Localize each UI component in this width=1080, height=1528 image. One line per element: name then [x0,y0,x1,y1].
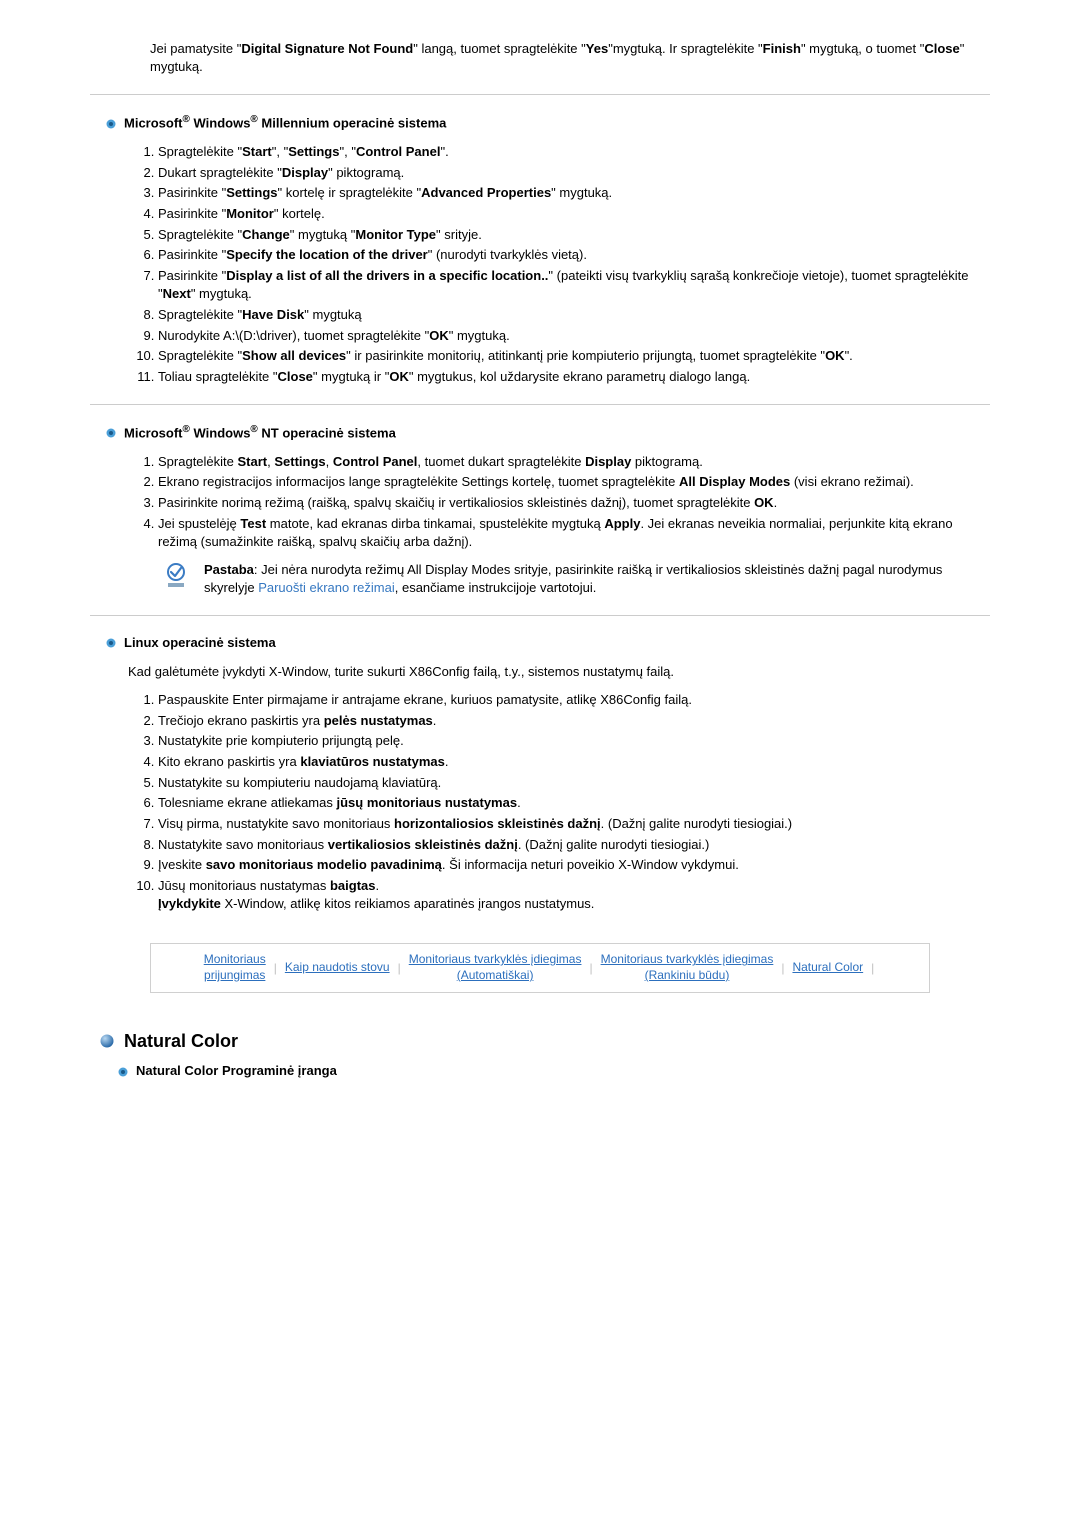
bullet-icon [106,119,116,129]
nav-item-stand[interactable]: Kaip naudotis stovu [285,960,390,976]
step-item: Pasirinkite norimą režimą (raišką, spalv… [158,494,990,512]
step-item: Spragtelėkite "Have Disk" mygtuką [158,306,990,324]
step-item: Nurodykite A:\(D:\driver), tuomet spragt… [158,327,990,345]
step-item: Nustatykite su kompiuteriu naudojamą kla… [158,774,990,792]
step-item: Kito ekrano paskirtis yra klaviatūros nu… [158,753,990,771]
step-item: Pasirinkite "Settings" kortelę ir spragt… [158,184,990,202]
step-item: Spragtelėkite Start, Settings, Control P… [158,453,990,471]
step-item: Visų pirma, nustatykite savo monitoriaus… [158,815,990,833]
step-item: Spragtelėkite "Start", "Settings", "Cont… [158,143,990,161]
intro-text: Jei pamatysite "Digital Signature Not Fo… [150,41,964,74]
section-title-linux: Linux operacinė sistema [124,634,276,652]
section-windows-nt: Microsoft® Windows® NT operacinė sistema… [90,423,990,597]
divider [90,404,990,405]
nav-item-connect[interactable]: Monitoriausprijungimas [204,952,266,983]
section-title-me: Microsoft® Windows® Millennium operacinė… [124,113,446,133]
divider [90,615,990,616]
steps-list-me: Spragtelėkite "Start", "Settings", "Cont… [130,143,990,386]
section-title-nt: Microsoft® Windows® NT operacinė sistema [124,423,396,443]
step-item: Pasirinkite "Display a list of all the d… [158,267,990,303]
nav-separator: | [869,960,876,977]
step-item: Ekrano registracijos informacijos lange … [158,473,990,491]
preset-modes-link[interactable]: Paruošti ekrano režimai [258,580,395,595]
step-item: Pasirinkite "Specify the location of the… [158,246,990,264]
nav-item-driver-manual[interactable]: Monitoriaus tvarkyklės įdiegimas(Rankini… [601,952,774,983]
bullet-icon [118,1067,128,1077]
nav-separator: | [587,960,594,977]
intro-paragraph: Jei pamatysite "Digital Signature Not Fo… [90,40,990,76]
natural-color-subtitle: Natural Color Programinė įranga [136,1062,337,1080]
natural-color-heading: Natural Color [100,1029,990,1054]
nav-separator: | [272,960,279,977]
step-item: Trečiojo ekrano paskirtis yra pelės nust… [158,712,990,730]
section-linux: Linux operacinė sistema Kad galėtumėte į… [90,634,990,913]
divider [90,94,990,95]
checkmark-icon [162,563,190,597]
nav-tabs: Monitoriausprijungimas | Kaip naudotis s… [150,943,930,992]
nav-separator: | [779,960,786,977]
natural-color-title: Natural Color [124,1029,238,1054]
step-item: Įveskite savo monitoriaus modelio pavadi… [158,856,990,874]
natural-color-subheading: Natural Color Programinė įranga [118,1062,990,1080]
step-item: Spragtelėkite "Change" mygtuką "Monitor … [158,226,990,244]
step-item: Dukart spragtelėkite "Display" piktogram… [158,164,990,182]
step-item: Paspauskite Enter pirmajame ir antrajame… [158,691,990,709]
note-text: Pastaba: Jei nėra nurodyta režimų All Di… [204,561,990,597]
step-item: Jei spustelėję Test matote, kad ekranas … [158,515,990,551]
nav-separator: | [396,960,403,977]
step-item: Nustatykite prie kompiuterio prijungtą p… [158,732,990,750]
bullet-icon [106,638,116,648]
section-windows-me: Microsoft® Windows® Millennium operacinė… [90,113,990,386]
step-item: Toliau spragtelėkite "Close" mygtuką ir … [158,368,990,386]
note-block: Pastaba: Jei nėra nurodyta režimų All Di… [162,561,990,597]
step-item: Spragtelėkite "Show all devices" ir pasi… [158,347,990,365]
bullet-icon [106,428,116,438]
step-item: Tolesniame ekrane atliekamas jūsų monito… [158,794,990,812]
linux-intro-text: Kad galėtumėte įvykdyti X-Window, turite… [128,663,990,681]
sphere-icon [100,1034,114,1048]
step-item: Jūsų monitoriaus nustatymas baigtas.Įvyk… [158,877,990,913]
nav-item-driver-auto[interactable]: Monitoriaus tvarkyklės įdiegimas(Automat… [409,952,582,983]
step-item: Nustatykite savo monitoriaus vertikalios… [158,836,990,854]
step-item: Pasirinkite "Monitor" kortelę. [158,205,990,223]
steps-list-nt: Spragtelėkite Start, Settings, Control P… [130,453,990,551]
nav-item-natural-color[interactable]: Natural Color [792,960,863,976]
steps-list-linux: Paspauskite Enter pirmajame ir antrajame… [130,691,990,914]
